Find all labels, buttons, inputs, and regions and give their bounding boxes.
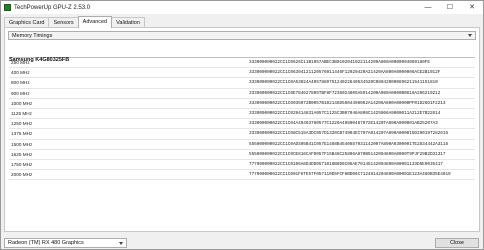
timing-row[interactable]: 250 MHz 333000000022CC1C0626C11B1057ABEC… bbox=[9, 58, 475, 69]
gpu-select[interactable]: Radeon (TM) RX 480 Graphics bbox=[4, 238, 127, 248]
minimize-icon[interactable]: — bbox=[417, 1, 439, 14]
timing-frequency: 800 MHz bbox=[11, 80, 30, 86]
timing-frequency: 1000 MHz bbox=[11, 100, 33, 106]
timing-row[interactable]: 1750 MHz 777000000022CC1C0106A6D4DD05710… bbox=[9, 160, 475, 171]
timing-row[interactable]: 400 MHz 333000000022CC1C0639412112057691… bbox=[9, 68, 475, 79]
timing-value: 333000000022CC1C0A53024A4057889751240226… bbox=[249, 80, 438, 86]
timing-frequency: 900 MHz bbox=[11, 90, 30, 96]
timing-row[interactable]: 900 MHz 333000000022CC1C0E784627805TBF8F… bbox=[9, 89, 475, 99]
maximize-icon[interactable]: ☐ bbox=[439, 1, 461, 14]
title-bar[interactable]: TechPowerUp GPU-Z 2.53.0 — ☐ ✕ bbox=[1, 1, 483, 14]
timing-value: 333000000022CC1C029414831A057C1125C3B070… bbox=[249, 111, 441, 117]
timing-row[interactable]: 2000 MHz 777000000022CC1C001F6TE57F05711… bbox=[9, 170, 475, 181]
timing-frequency: 1750 MHz bbox=[11, 161, 33, 167]
memory-section-header: Samsung K4G80325FB bbox=[9, 48, 475, 63]
timing-row[interactable]: 1375 MHz 333000000022CC1C08C515A3DC057D1… bbox=[9, 129, 475, 140]
gpuz-window: TechPowerUp GPU-Z 2.53.0 — ☐ ✕ Graphics … bbox=[0, 0, 484, 250]
timing-value: 333000000022CC1C0035072B9057B102148D5604… bbox=[249, 100, 446, 106]
close-icon[interactable]: ✕ bbox=[461, 1, 483, 14]
timing-frequency: 1250 MHz bbox=[11, 121, 33, 127]
timing-frequency: 1125 MHz bbox=[11, 111, 33, 117]
timing-table: 250 MHz 333000000022CC1C0626C11B1057ABEC… bbox=[9, 58, 475, 181]
timing-value: 333000000022CC1C0E784627805TBF8F72360248… bbox=[249, 90, 441, 96]
footer-bar: Radeon (TM) RX 480 Graphics Close bbox=[1, 235, 483, 250]
timing-row[interactable]: 1250 MHz 333000000022CC1C04A49493780577C… bbox=[9, 119, 475, 130]
timing-frequency: 1375 MHz bbox=[11, 131, 33, 137]
section-dropdown-value: Memory Timings bbox=[12, 32, 53, 39]
timing-row[interactable]: 1000 MHz 333000000022CC1C0035072B9057B10… bbox=[9, 99, 475, 109]
advanced-panel: Memory Timings Samsung K4G80325FB 250 MH… bbox=[4, 27, 480, 232]
timing-frequency: 250 MHz bbox=[11, 60, 30, 66]
timing-value: 333000000022CC1C06394121120576911446F120… bbox=[249, 70, 441, 76]
timing-value: 777000000022CC1C0106A6D4DD0571016B8D6C06… bbox=[249, 161, 443, 167]
timing-frequency: 2000 MHz bbox=[11, 172, 33, 178]
section-dropdown[interactable]: Memory Timings bbox=[8, 31, 476, 40]
timing-value: 333000000022CC1C0626C11B1057ABEC3B010204… bbox=[249, 60, 430, 66]
timing-frequency: 1500 MHz bbox=[11, 141, 33, 147]
window-controls: — ☐ ✕ bbox=[417, 1, 483, 14]
chevron-down-icon bbox=[119, 241, 123, 245]
timing-value: 333000000022CC1C08C515A3DC057D1320CB7490… bbox=[249, 131, 449, 137]
chevron-down-icon bbox=[468, 34, 472, 37]
timing-value: 555000000022CC1C0CE816CAFD057F15B48C2580… bbox=[249, 151, 446, 157]
gpuz-app-icon bbox=[4, 4, 11, 11]
timing-value: 555000000022CC1C0ADS95B41C057E1488B45406… bbox=[249, 141, 449, 147]
tab-advanced[interactable]: Advanced bbox=[77, 16, 113, 28]
timing-row[interactable]: 800 MHz 333000000022CC1C0A53024A40578897… bbox=[9, 78, 475, 89]
window-title: TechPowerUp GPU-Z 2.53.0 bbox=[14, 4, 91, 11]
timing-frequency: 1625 MHz bbox=[11, 151, 33, 157]
timing-value: 333000000022CC1C04A49493780577C1229A4980… bbox=[249, 121, 438, 127]
close-button[interactable]: Close bbox=[435, 238, 479, 248]
timing-row[interactable]: 1625 MHz 555000000022CC1C0CE816CAFD057F1… bbox=[9, 150, 475, 160]
tab-strip: Graphics Card Sensors Advanced Validatio… bbox=[4, 16, 145, 28]
gpu-select-value: Radeon (TM) RX 480 Graphics bbox=[8, 240, 84, 246]
timing-row[interactable]: 1125 MHz 333000000022CC1C029414831A057C1… bbox=[9, 109, 475, 120]
timing-row[interactable]: 1500 MHz 555000000022CC1C0ADS95B41C057E1… bbox=[9, 140, 475, 150]
timing-frequency: 400 MHz bbox=[11, 70, 30, 76]
timing-value: 777000000022CC1C001F6TE57F057110D5FCF6BD… bbox=[249, 172, 451, 178]
